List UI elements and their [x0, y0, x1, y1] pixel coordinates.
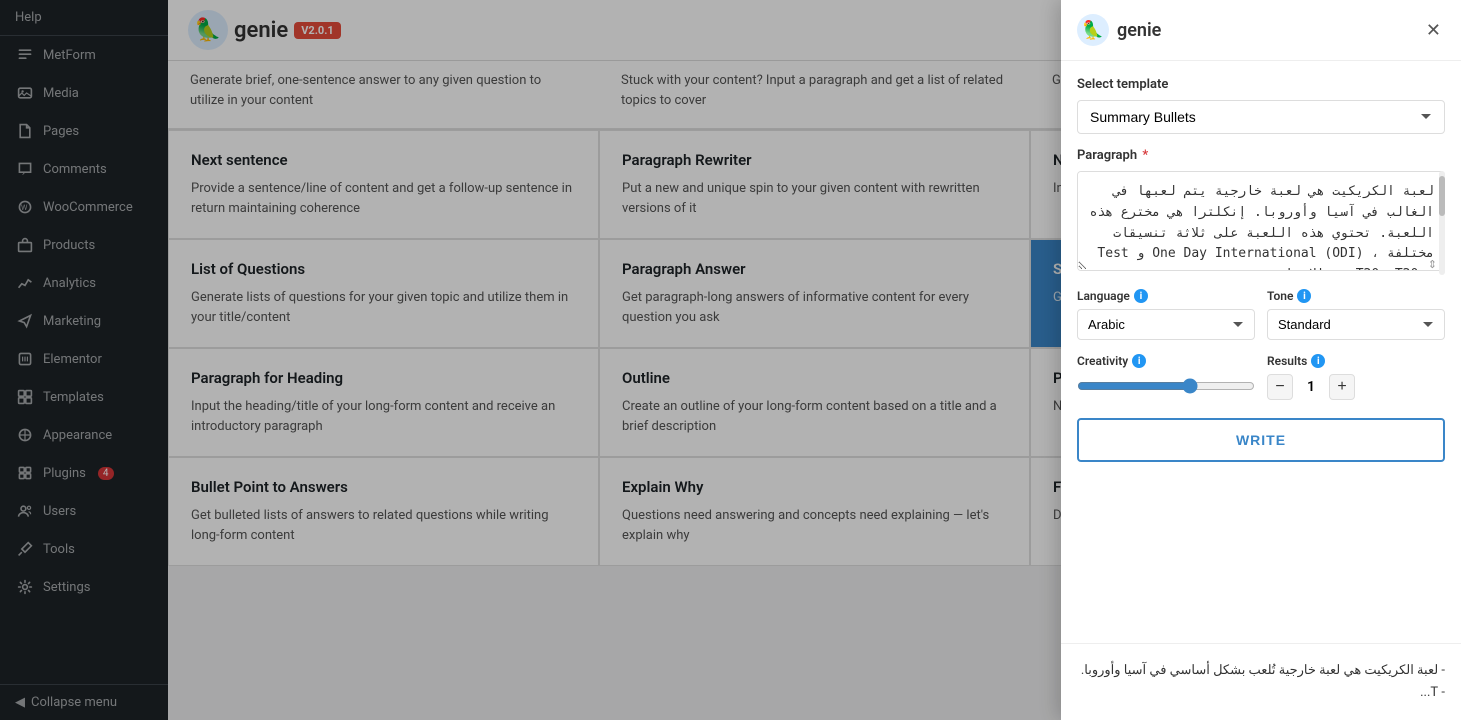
panel-bird-icon: 🦜	[1077, 14, 1109, 46]
tone-select[interactable]: Standard Formal Casual Professional	[1267, 309, 1445, 340]
output-section: - لعبة الكريكيت هي لعبة خارجية تُلعب بشك…	[1061, 643, 1461, 720]
panel-close-button[interactable]: ✕	[1422, 16, 1445, 45]
creativity-info-icon[interactable]: i	[1132, 354, 1146, 368]
panel-body: Select template Summary Bullets Paragrap…	[1061, 61, 1461, 643]
template-select[interactable]: Summary Bullets	[1077, 100, 1445, 134]
paragraph-section: Paragraph * لعبة الكريكيت هي لعبة خارجية…	[1077, 148, 1445, 275]
creativity-col: Creativity i	[1077, 354, 1255, 400]
scroll-thumb	[1439, 176, 1445, 216]
panel-header: 🦜 genie ✕	[1061, 0, 1461, 61]
write-button[interactable]: WRITE	[1077, 418, 1445, 462]
language-label: Language i	[1077, 289, 1255, 303]
paragraph-textarea[interactable]: لعبة الكريكيت هي لعبة خارجية يتم لعبها ف…	[1077, 171, 1445, 271]
tone-col: Tone i Standard Formal Casual Profession…	[1267, 289, 1445, 340]
textarea-wrapper: لعبة الكريكيت هي لعبة خارجية يتم لعبها ف…	[1077, 171, 1445, 275]
results-control: − 1 +	[1267, 374, 1445, 400]
language-select[interactable]: Arabic English French Spanish	[1077, 309, 1255, 340]
genie-panel: 🦜 genie ✕ Select template Summary Bullet…	[1061, 0, 1461, 720]
language-tone-row: Language i Arabic English French Spanish…	[1077, 289, 1445, 340]
tone-info-icon[interactable]: i	[1297, 289, 1311, 303]
results-col: Results i − 1 +	[1267, 354, 1445, 400]
dim-overlay[interactable]	[0, 0, 1061, 720]
results-increment-button[interactable]: +	[1329, 374, 1355, 400]
textarea-scrollbar	[1439, 171, 1445, 275]
select-template-label: Select template	[1077, 77, 1445, 92]
output-text2: - T...	[1420, 685, 1445, 700]
required-asterisk: *	[1142, 148, 1148, 163]
results-value: 1	[1301, 379, 1321, 395]
results-label: Results i	[1267, 354, 1445, 368]
panel-logo: 🦜 genie	[1077, 14, 1161, 46]
language-col: Language i Arabic English French Spanish	[1077, 289, 1255, 340]
creativity-label: Creativity i	[1077, 354, 1255, 368]
expand-icon: ⇕	[1428, 258, 1437, 271]
results-decrement-button[interactable]: −	[1267, 374, 1293, 400]
paragraph-label: Paragraph *	[1077, 148, 1445, 163]
creativity-results-row: Creativity i Results i − 1 +	[1077, 354, 1445, 400]
tone-label: Tone i	[1267, 289, 1445, 303]
creativity-slider[interactable]	[1077, 378, 1255, 394]
panel-logo-text: genie	[1117, 20, 1161, 41]
language-info-icon[interactable]: i	[1134, 289, 1148, 303]
output-text: - لعبة الكريكيت هي لعبة خارجية تُلعب بشك…	[1081, 663, 1445, 678]
template-section: Select template Summary Bullets	[1077, 77, 1445, 134]
results-info-icon[interactable]: i	[1311, 354, 1325, 368]
